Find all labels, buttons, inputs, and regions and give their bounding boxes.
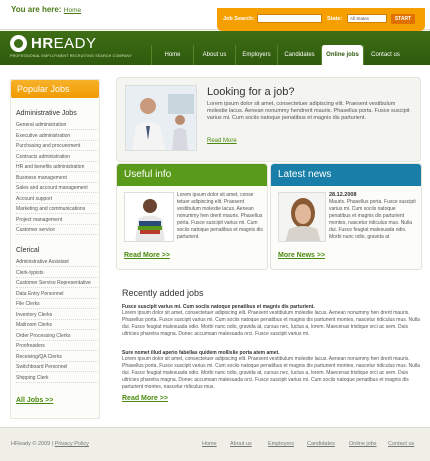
sidebar-job-link[interactable]: Receiving/QA Clerks: [16, 352, 98, 362]
sidebar-job-link[interactable]: Customer Service Representative: [16, 278, 98, 288]
sidebar-job-link[interactable]: Mailroom Clerks: [16, 320, 98, 330]
sidebar-job-link[interactable]: Project management: [16, 215, 98, 225]
nav-online-jobs[interactable]: Online jobs: [321, 45, 363, 65]
category-heading: Clerical: [16, 247, 40, 254]
breadcrumb: You are here: Home: [11, 5, 81, 14]
job-search-input[interactable]: [257, 14, 322, 23]
sidebar-job-link[interactable]: Business management: [16, 173, 98, 183]
sidebar-job-link[interactable]: Order Processing Clerks: [16, 331, 98, 341]
sidebar-job-link[interactable]: Customer service: [16, 225, 98, 235]
footer-nav-online-jobs[interactable]: Online jobs: [349, 441, 377, 447]
latest-news-text: Mauris. Phasellus porta. Fusce suscipit …: [329, 199, 416, 240]
job-search-box: Job Search: State: All States START: [217, 8, 425, 31]
footer-nav-contact-us[interactable]: Contact us: [388, 441, 414, 447]
useful-info-title: Useful info: [124, 169, 172, 180]
looking-text: Lorem ipsum dolor sit amet, consectetuer…: [207, 101, 410, 121]
recent-job-description: Lorem ipsum dolor sit amet, consectetuer…: [122, 310, 420, 337]
state-label: State:: [327, 16, 343, 22]
brand-name: HREADY: [31, 35, 97, 52]
footer-nav-home[interactable]: Home: [202, 441, 217, 447]
logo-icon: [10, 35, 27, 52]
latest-news-box: Latest news 28.12.2008 Mauris. Phasellus…: [270, 163, 422, 270]
news-date: 28.12.2008: [329, 192, 357, 198]
privacy-policy-link[interactable]: Privacy Policy: [55, 441, 89, 447]
sidebar-job-link[interactable]: Purchasing and procurement: [16, 141, 98, 151]
sidebar-job-link[interactable]: Sales and account management: [16, 183, 98, 193]
nav-employers[interactable]: Employers: [235, 45, 277, 65]
woman-photo: [278, 192, 326, 242]
recent-jobs-read-more[interactable]: Read More >>: [122, 395, 168, 402]
state-select-value: All States: [350, 16, 370, 21]
page-content: Popular Jobs Administrative Jobs General…: [0, 65, 430, 427]
site-footer: HReady © 2009 | Privacy Policy Home Abou…: [0, 427, 430, 461]
sidebar-job-link[interactable]: Clerk-typists: [16, 268, 98, 278]
sidebar-job-link[interactable]: General administration: [16, 120, 98, 130]
useful-info-text: Lorem ipsum dolor sit amet, conse tetuer…: [177, 192, 263, 240]
breadcrumb-label: You are here:: [11, 5, 62, 14]
more-news-link[interactable]: More News >>: [278, 252, 325, 259]
useful-info-box: Useful info Lorem ipsum dolor sit amet, …: [116, 163, 268, 270]
recent-job-description: Lorem ipsum dolor sit amet, consectetuer…: [122, 356, 420, 390]
useful-info-header: Useful info: [117, 164, 267, 186]
sidebar-job-link[interactable]: Executive administration: [16, 131, 98, 141]
footer-nav-employers[interactable]: Employers: [268, 441, 294, 447]
businessman-photo: [125, 85, 197, 151]
copyright-text: HReady © 2009 |: [11, 441, 54, 447]
sidebar-job-link[interactable]: Inventory Clerks: [16, 310, 98, 320]
brand-slogan: PROFESSIONAL EMPLOYMENT RECRUITING SEARC…: [10, 54, 132, 58]
sidebar-job-link[interactable]: Account support: [16, 194, 98, 204]
popular-jobs-header: Popular Jobs: [11, 80, 99, 98]
start-search-button[interactable]: START: [391, 14, 415, 24]
sidebar-job-link[interactable]: Marketing and communications: [16, 204, 98, 214]
all-jobs-link[interactable]: All Jobs >>: [16, 397, 53, 404]
popular-jobs-title: Popular Jobs: [17, 84, 70, 94]
main-nav: Home About us Employers Candidates Onlin…: [151, 45, 407, 65]
looking-read-more[interactable]: Read More: [207, 138, 237, 144]
footer-nav-candidates[interactable]: Candidates: [307, 441, 335, 447]
latest-news-title: Latest news: [278, 169, 332, 180]
nav-candidates[interactable]: Candidates: [277, 45, 321, 65]
nav-contact-us[interactable]: Contact us: [363, 45, 407, 65]
recent-jobs-title: Recently added jobs: [122, 288, 204, 298]
category-heading: Administrative Jobs: [16, 110, 77, 117]
sidebar-job-link[interactable]: HR and benefits administration: [16, 162, 98, 172]
nav-about-us[interactable]: About us: [193, 45, 235, 65]
brand-name-bold: HR: [31, 35, 54, 52]
recent-job-item: Sure nomet illud aperio fabellas quidem …: [122, 350, 420, 391]
breadcrumb-home-link[interactable]: Home: [64, 7, 81, 14]
looking-for-job-panel: Looking for a job? Lorem ipsum dolor sit…: [116, 77, 421, 162]
useful-info-read-more[interactable]: Read More >>: [124, 252, 170, 259]
state-select[interactable]: All States: [347, 14, 387, 23]
sidebar-job-link[interactable]: Switchboard Personnel: [16, 362, 98, 372]
nav-home[interactable]: Home: [151, 45, 193, 65]
looking-title: Looking for a job?: [207, 86, 295, 98]
sidebar-job-link[interactable]: Data Entry Personnel: [16, 289, 98, 299]
man-with-books-photo: [124, 192, 174, 242]
sidebar-job-link[interactable]: Shipping Clerk: [16, 373, 98, 383]
recent-job-item: Fusce suscipit varius mi. Cum sociis nat…: [122, 304, 420, 338]
popular-jobs-sidebar: Popular Jobs Administrative Jobs General…: [10, 79, 100, 419]
job-search-label: Job Search:: [223, 16, 255, 22]
sidebar-job-link[interactable]: Contracts administration: [16, 152, 98, 162]
sidebar-job-link[interactable]: File Clerks: [16, 299, 98, 309]
sidebar-job-link[interactable]: Proofreaders: [16, 341, 98, 351]
footer-nav-about-us[interactable]: About us: [230, 441, 252, 447]
copyright: HReady © 2009 | Privacy Policy: [11, 441, 89, 447]
sidebar-job-link[interactable]: Administrative Assistant: [16, 257, 98, 267]
brand-name-thin: EADY: [53, 35, 97, 52]
latest-news-header: Latest news: [271, 164, 421, 186]
